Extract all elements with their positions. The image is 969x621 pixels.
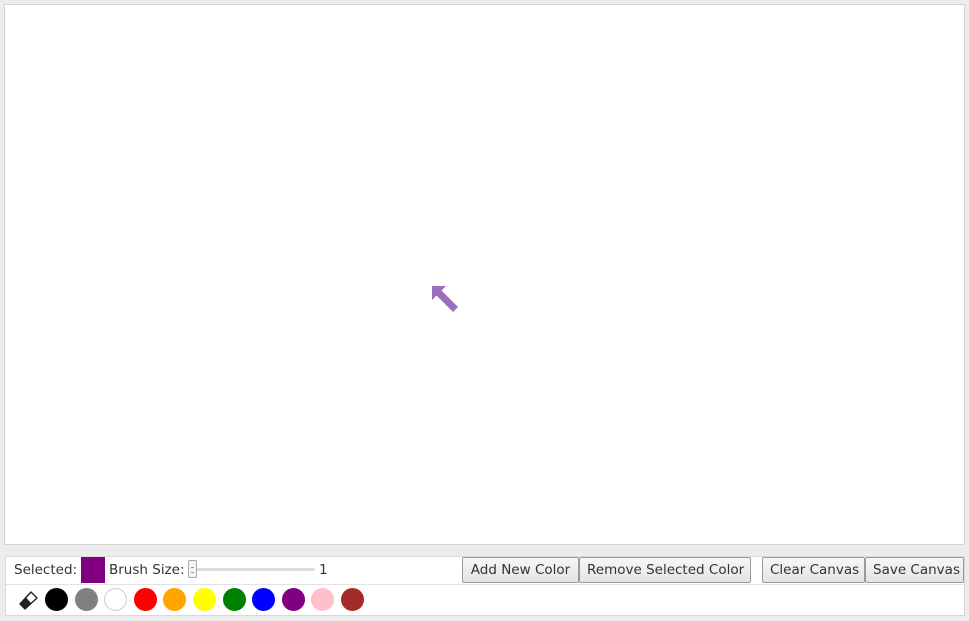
selected-label: Selected: [14,562,78,578]
palette-color-orange[interactable] [163,588,186,611]
add-color-button[interactable]: Add New Color [462,557,579,583]
paint-app: Selected: Brush Size: 1 Add New Color Re… [0,0,969,621]
brush-size-value: 1 [319,562,328,578]
palette-color-white[interactable] [104,588,127,611]
palette-color-yellow[interactable] [193,588,216,611]
palette-row [6,585,964,615]
toolbar: Selected: Brush Size: 1 Add New Color Re… [5,556,965,616]
palette-color-blue[interactable] [252,588,275,611]
save-canvas-button[interactable]: Save Canvas [865,557,964,583]
remove-color-button[interactable]: Remove Selected Color [579,557,751,583]
brush-size-label: Brush Size: [109,562,185,578]
drawing-canvas[interactable] [4,4,965,545]
slider-thumb[interactable] [188,560,197,578]
palette-color-black[interactable] [45,588,68,611]
selected-color-swatch [81,557,105,583]
clear-canvas-button[interactable]: Clear Canvas [762,557,865,583]
eraser-icon[interactable] [17,588,41,612]
palette-color-brown[interactable] [341,588,364,611]
palette-color-green[interactable] [223,588,246,611]
palette-color-purple[interactable] [282,588,305,611]
palette-color-red[interactable] [134,588,157,611]
slider-track[interactable] [189,568,315,571]
palette-color-gray[interactable] [75,588,98,611]
arrow-up-left-icon [432,286,458,312]
controls-row: Selected: Brush Size: 1 Add New Color Re… [6,557,964,585]
palette-color-pink[interactable] [311,588,334,611]
